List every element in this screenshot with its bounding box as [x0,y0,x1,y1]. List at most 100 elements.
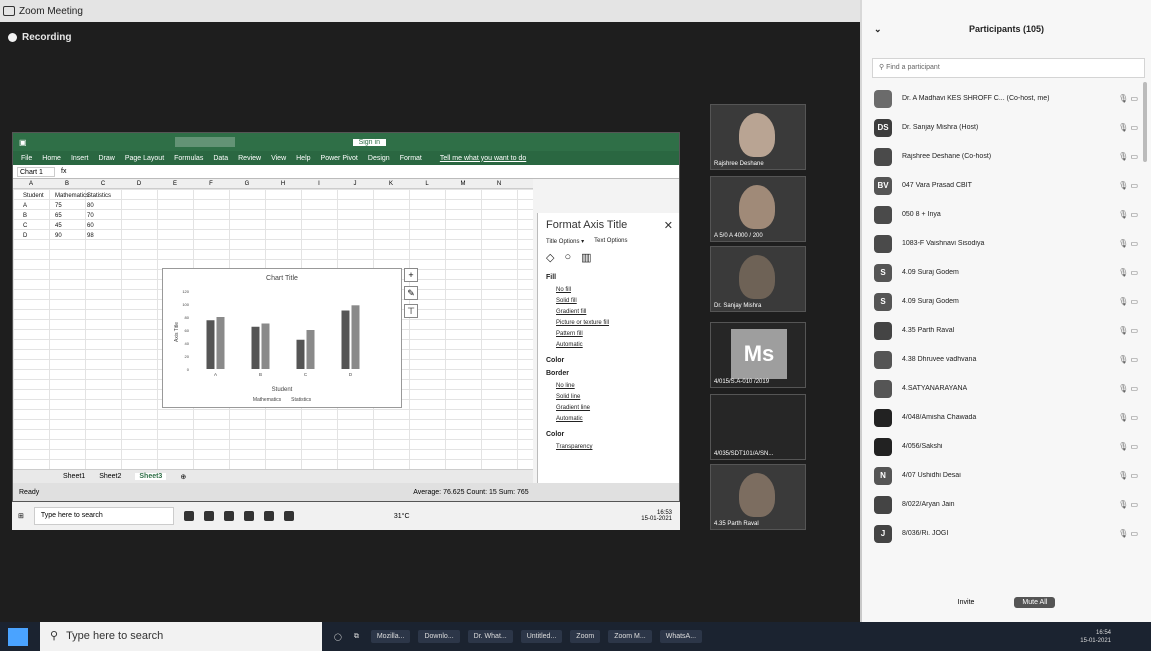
sheet-tab-sheet2[interactable]: Sheet2 [99,473,121,480]
video-tile[interactable]: Rajshree Deshane [710,104,806,170]
taskbar-app[interactable]: WhatsA... [659,630,703,643]
column-header[interactable]: I [301,179,337,188]
find-participant-input[interactable]: ⚲ Find a participant [872,58,1145,78]
taskbar-search[interactable]: ⚲ Type here to search [40,622,322,651]
app-icon[interactable] [223,511,234,521]
participant-row[interactable]: 4/048/Amisha Chawada 🎙︎ ▭ [874,403,1138,432]
mic-video-status-icon[interactable]: 🎙︎ ▭ [1104,529,1138,538]
ribbon-tab-format[interactable]: Format [400,155,422,162]
mic-video-status-icon[interactable]: 🎙︎ ▭ [1104,239,1138,248]
fill-option[interactable]: Picture or texture fill [556,318,673,329]
taskbar-app[interactable]: Dr. What... [467,630,513,643]
table-cell[interactable]: A [23,201,55,211]
mic-video-status-icon[interactable]: 🎙︎ ▭ [1104,326,1138,335]
fill-line-icon[interactable]: ◇ [546,251,554,264]
mic-video-status-icon[interactable]: 🎙︎ ▭ [1104,442,1138,451]
save-icon[interactable]: ▣ [19,138,27,147]
bar-statistics-b[interactable] [261,323,270,370]
ribbon-tab-home[interactable]: Home [42,155,61,162]
ribbon-tab-file[interactable]: File [21,155,32,162]
column-header[interactable]: F [193,179,229,188]
column-header[interactable]: N [481,179,517,188]
border-option[interactable]: Automatic [556,414,673,425]
mic-video-status-icon[interactable]: 🎙︎ ▭ [1104,471,1138,480]
signin-button[interactable]: Sign in [352,138,386,146]
video-tile[interactable]: Dr. Sanjay Mishra [710,246,806,312]
effects-icon[interactable]: ○ [564,251,571,264]
fill-option[interactable]: Pattern fill [556,329,673,340]
chart-styles-button[interactable]: ✎ [404,286,418,300]
invite-button[interactable]: Invite [958,599,975,606]
taskbar-app[interactable]: Downlo... [418,630,460,643]
name-box[interactable]: Chart 1 [17,166,55,177]
ribbon-tab-view[interactable]: View [271,155,286,162]
ribbon-tab-insert[interactable]: Insert [71,155,89,162]
participant-row[interactable]: 050 8 + Inya 🎙︎ ▭ [874,200,1138,229]
column-header[interactable]: M [445,179,481,188]
participant-row[interactable]: 4.35 Parth Raval 🎙︎ ▭ [874,316,1138,345]
taskbar-app[interactable]: Untitled... [520,630,563,643]
mic-video-status-icon[interactable]: 🎙︎ ▭ [1104,152,1138,161]
table-header-cell[interactable]: Student [23,191,55,201]
column-header[interactable]: K [373,179,409,188]
participant-row[interactable]: S 4.09 Suraj Godem 🎙︎ ▭ [874,287,1138,316]
participant-row[interactable]: DS Dr. Sanjay Mishra (Host) 🎙︎ ▭ [874,113,1138,142]
participant-row[interactable]: 8/022/Aryan Jain 🎙︎ ▭ [874,490,1138,519]
column-header[interactable]: H [265,179,301,188]
participant-row[interactable]: Dr. A Madhavi KES SHROFF C... (Co-host, … [874,84,1138,113]
chart-filters-button[interactable]: ⊤ [404,304,418,318]
sheet-tab-sheet1[interactable]: Sheet1 [63,473,85,480]
column-header[interactable]: L [409,179,445,188]
bar-mathematics-c[interactable] [296,339,305,369]
table-cell[interactable]: D [23,231,55,241]
mic-video-status-icon[interactable]: 🎙︎ ▭ [1104,413,1138,422]
mic-video-status-icon[interactable]: 🎙︎ ▭ [1104,500,1138,509]
ribbon-tab-formulas[interactable]: Formulas [174,155,203,162]
ribbon-tab-review[interactable]: Review [238,155,261,162]
ribbon-tab-data[interactable]: Data [213,155,228,162]
participant-row[interactable]: J 8/036/Ri. JOGI 🎙︎ ▭ [874,519,1138,548]
participant-row[interactable]: N 4/07 Ushidhi Desai 🎙︎ ▭ [874,461,1138,490]
recording-indicator[interactable]: Recording [8,32,71,43]
add-sheet-icon[interactable]: ⊕ [180,473,186,481]
tell-me-box[interactable]: Tell me what you want to do [440,155,526,162]
mic-video-status-icon[interactable]: 🎙︎ ▭ [1104,181,1138,190]
table-cell[interactable]: 45 [55,221,87,231]
tab-text-options[interactable]: Text Options [594,238,627,245]
app-icon[interactable] [203,511,214,521]
bar-statistics-d[interactable] [351,305,360,369]
app-icon[interactable] [183,511,194,521]
video-tile[interactable]: A 5/0 A 4000 / 200 [710,176,806,242]
table-cell[interactable]: 60 [87,221,119,231]
ribbon-tab-draw[interactable]: Draw [98,155,114,162]
mic-video-status-icon[interactable]: 🎙︎ ▭ [1104,94,1138,103]
app-icon[interactable] [283,511,294,521]
participant-row[interactable]: 4.SATYANARAYANA 🎙︎ ▭ [874,374,1138,403]
table-cell[interactable]: 65 [55,211,87,221]
bar-statistics-a[interactable] [216,317,225,369]
mic-video-status-icon[interactable]: 🎙︎ ▭ [1104,210,1138,219]
table-cell[interactable]: 80 [87,201,119,211]
tab-title-options[interactable]: Title Options ▾ [546,238,584,245]
fill-section[interactable]: Fill [546,274,673,281]
task-view-icon[interactable]: ⧉ [354,633,359,641]
fill-option[interactable]: Gradient fill [556,307,673,318]
ribbon-tab-help[interactable]: Help [296,155,310,162]
border-option[interactable]: Gradient line [556,403,673,414]
shared-start-icon[interactable]: ⊞ [18,512,24,520]
mute-all-button[interactable]: Mute All [1014,597,1056,608]
mic-video-status-icon[interactable]: 🎙︎ ▭ [1104,355,1138,364]
windows-start-icon[interactable] [8,627,28,646]
fill-option[interactable]: No fill [556,285,673,296]
participant-row[interactable]: 4.38 Dhruvee vadhvana 🎙︎ ▭ [874,345,1138,374]
table-cell[interactable]: 70 [87,211,119,221]
column-header[interactable]: C [85,179,121,188]
sheet-tab-sheet3[interactable]: Sheet3 [135,473,167,480]
taskbar-clock[interactable]: 16:54 15-01-2021 [1080,629,1111,645]
bar-statistics-c[interactable] [306,330,315,369]
bar-chart[interactable]: Chart Title Axis Title 0 20 40 60 80 100 120 A B… [162,268,402,408]
column-header[interactable]: G [229,179,265,188]
bar-mathematics-a[interactable] [206,320,215,369]
column-header[interactable]: B [49,179,85,188]
participant-row[interactable]: BV 047 Vara Prasad CBIT 🎙︎ ▭ [874,171,1138,200]
